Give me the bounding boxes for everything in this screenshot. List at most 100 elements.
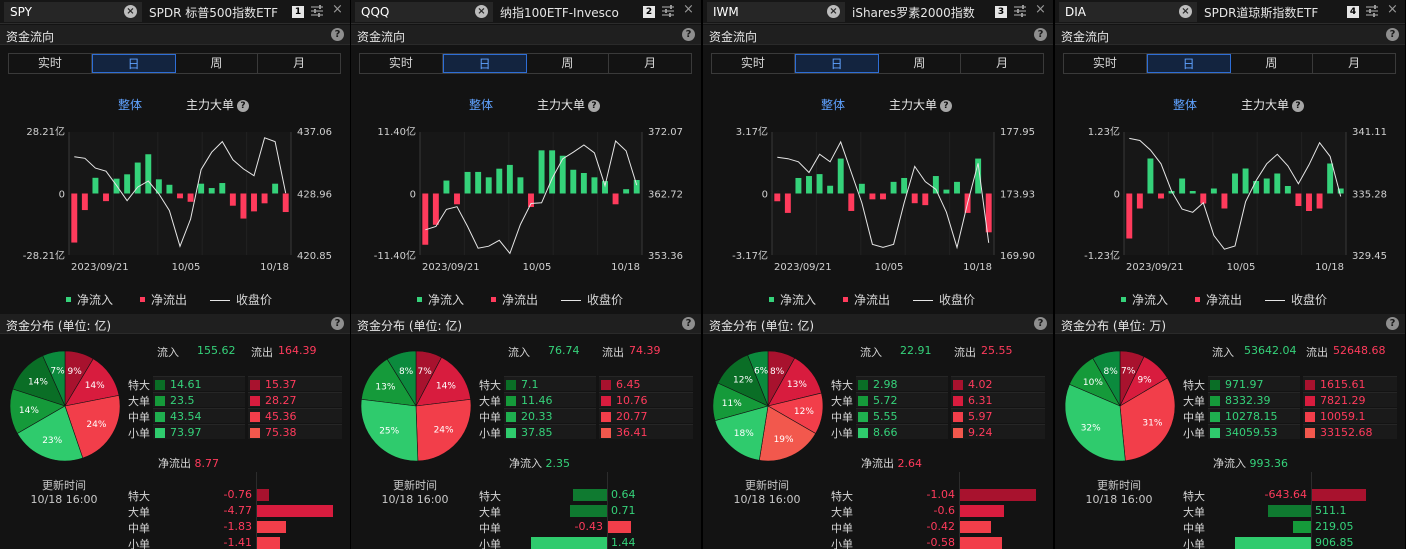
close-panel-icon[interactable]: × — [1387, 2, 1398, 17]
subtab-whole[interactable]: 整体 — [821, 96, 845, 113]
net-flow-bar — [1312, 489, 1366, 501]
subtab-whole[interactable]: 整体 — [469, 96, 493, 113]
close-panel-icon[interactable]: × — [683, 2, 694, 17]
tab-period-1[interactable]: 日 — [1146, 54, 1231, 73]
ticker-input[interactable]: SPY × — [4, 2, 142, 22]
legend-net-outflow-label: 净流出 — [502, 293, 539, 307]
tab-period-2[interactable]: 周 — [176, 54, 259, 73]
ticker-input[interactable]: QQQ × — [355, 2, 493, 22]
net-flow-bar — [960, 489, 1036, 501]
help-icon[interactable]: ? — [1386, 28, 1399, 41]
help-icon[interactable]: ? — [682, 28, 695, 41]
net-flow-bar — [1179, 178, 1186, 194]
settings-sliders-icon[interactable] — [1365, 4, 1379, 18]
net-flow-bar — [932, 176, 939, 194]
inflow-cell: 7.1 — [504, 376, 596, 391]
tab-period-1[interactable]: 日 — [442, 54, 527, 73]
fund-name: iShares罗素2000指数 — [852, 6, 975, 20]
net-row-label: 中单 — [128, 522, 150, 535]
tab-period-3[interactable]: 月 — [1313, 54, 1395, 73]
inflow-total: 76.74 — [548, 344, 580, 357]
tab-period-0[interactable]: 实时 — [1064, 54, 1147, 73]
net-flow-bar — [580, 173, 587, 194]
tab-period-3[interactable]: 月 — [961, 54, 1043, 73]
tab-period-0[interactable]: 实时 — [712, 54, 795, 73]
help-icon[interactable]: ? — [237, 100, 250, 112]
help-icon[interactable]: ? — [1034, 317, 1047, 330]
help-icon[interactable]: ? — [1386, 317, 1399, 330]
ticker-input[interactable]: IWM × — [707, 2, 845, 22]
net-flow-bar — [1147, 158, 1154, 194]
tab-period-2[interactable]: 周 — [879, 54, 962, 73]
tab-period-1[interactable]: 日 — [794, 54, 879, 73]
y-left-tick-zero: 0 — [762, 190, 768, 201]
net-flow-bar — [538, 150, 545, 194]
flow-chart: 28.21亿 0 -28.21亿 437.06 428.96 420.85 2023/09/… — [23, 125, 332, 273]
net-flow-title: 净流出 8.77 — [158, 455, 219, 471]
tab-period-0[interactable]: 实时 — [360, 54, 443, 73]
subtab-whole[interactable]: 整体 — [118, 96, 142, 113]
net-row-label: 特大 — [479, 490, 501, 503]
inflow-cell: 971.97 — [1208, 376, 1300, 391]
y-left-tick-max: 11.40亿 — [377, 125, 416, 138]
pie-slice-label: 18% — [734, 429, 754, 439]
net-row-label: 特大 — [128, 490, 150, 503]
inflow-cell: 11.46 — [504, 392, 596, 407]
net-flow-bar — [257, 489, 270, 501]
help-icon[interactable]: ? — [1034, 28, 1047, 41]
help-icon[interactable]: ? — [588, 100, 601, 112]
help-icon[interactable]: ? — [682, 317, 695, 330]
clear-ticker-icon[interactable]: × — [1179, 5, 1192, 18]
inflow-value: 2.98 — [873, 378, 898, 391]
net-flow-label: 净流出 — [861, 457, 894, 470]
settings-sliders-icon[interactable] — [310, 4, 324, 18]
pie-slice-label: 31% — [1142, 418, 1162, 428]
inflow-swatch — [858, 380, 868, 390]
inflow-cell: 10278.15 — [1208, 408, 1300, 423]
ticker-input[interactable]: DIA × — [1059, 2, 1197, 22]
subtab-main-big-orders[interactable]: 主力大单? — [186, 96, 250, 113]
tab-period-3[interactable]: 月 — [258, 54, 340, 73]
legend-net-outflow-label: 净流出 — [854, 293, 891, 307]
help-icon[interactable]: ? — [940, 100, 953, 112]
help-icon[interactable]: ? — [1292, 100, 1305, 112]
inflow-value: 8332.39 — [1225, 394, 1271, 407]
tab-period-2[interactable]: 周 — [1231, 54, 1314, 73]
net-flow-bar — [229, 193, 236, 206]
update-time-value: 10/18 16:00 — [733, 493, 801, 506]
tab-period-2[interactable]: 周 — [527, 54, 610, 73]
close-panel-icon[interactable]: × — [1035, 2, 1046, 17]
inflow-swatch — [1210, 428, 1220, 438]
net-flow-bar — [71, 193, 78, 243]
tab-period-0[interactable]: 实时 — [9, 54, 92, 73]
close-panel-icon[interactable]: × — [332, 2, 343, 17]
tab-period-3[interactable]: 月 — [609, 54, 691, 73]
inflow-value: 5.55 — [873, 410, 898, 423]
chart-legend: 净流入 净流出 收盘价 — [703, 291, 1053, 307]
update-time-value: 10/18 16:00 — [381, 493, 449, 506]
subtab-whole[interactable]: 整体 — [1173, 96, 1197, 113]
pie-slice-label: 7% — [50, 367, 65, 377]
clear-ticker-icon[interactable]: × — [124, 5, 137, 18]
subtab-main-big-orders[interactable]: 主力大单? — [889, 96, 953, 113]
outflow-cell: 5.97 — [951, 408, 1045, 423]
subtab-main-big-orders[interactable]: 主力大单? — [1241, 96, 1305, 113]
pie-slice-label: 14% — [28, 378, 48, 388]
net-flow-value: -1.83 — [223, 520, 252, 533]
row-label: 小单 — [1183, 427, 1205, 440]
outflow-total: 164.39 — [278, 344, 317, 357]
inflow-cell: 5.55 — [856, 408, 948, 423]
tab-period-1[interactable]: 日 — [91, 54, 176, 73]
settings-sliders-icon[interactable] — [661, 4, 675, 18]
dist-title-suffix: ) — [106, 319, 112, 333]
outflow-swatch — [601, 380, 611, 390]
help-icon[interactable]: ? — [331, 317, 344, 330]
net-flow-bar — [496, 168, 503, 194]
clear-ticker-icon[interactable]: × — [827, 5, 840, 18]
row-label: 特大 — [1183, 379, 1205, 392]
settings-sliders-icon[interactable] — [1013, 4, 1027, 18]
subtab-main-big-orders[interactable]: 主力大单? — [537, 96, 601, 113]
help-icon[interactable]: ? — [331, 28, 344, 41]
pie-slice-label: 13% — [787, 380, 807, 390]
clear-ticker-icon[interactable]: × — [475, 5, 488, 18]
